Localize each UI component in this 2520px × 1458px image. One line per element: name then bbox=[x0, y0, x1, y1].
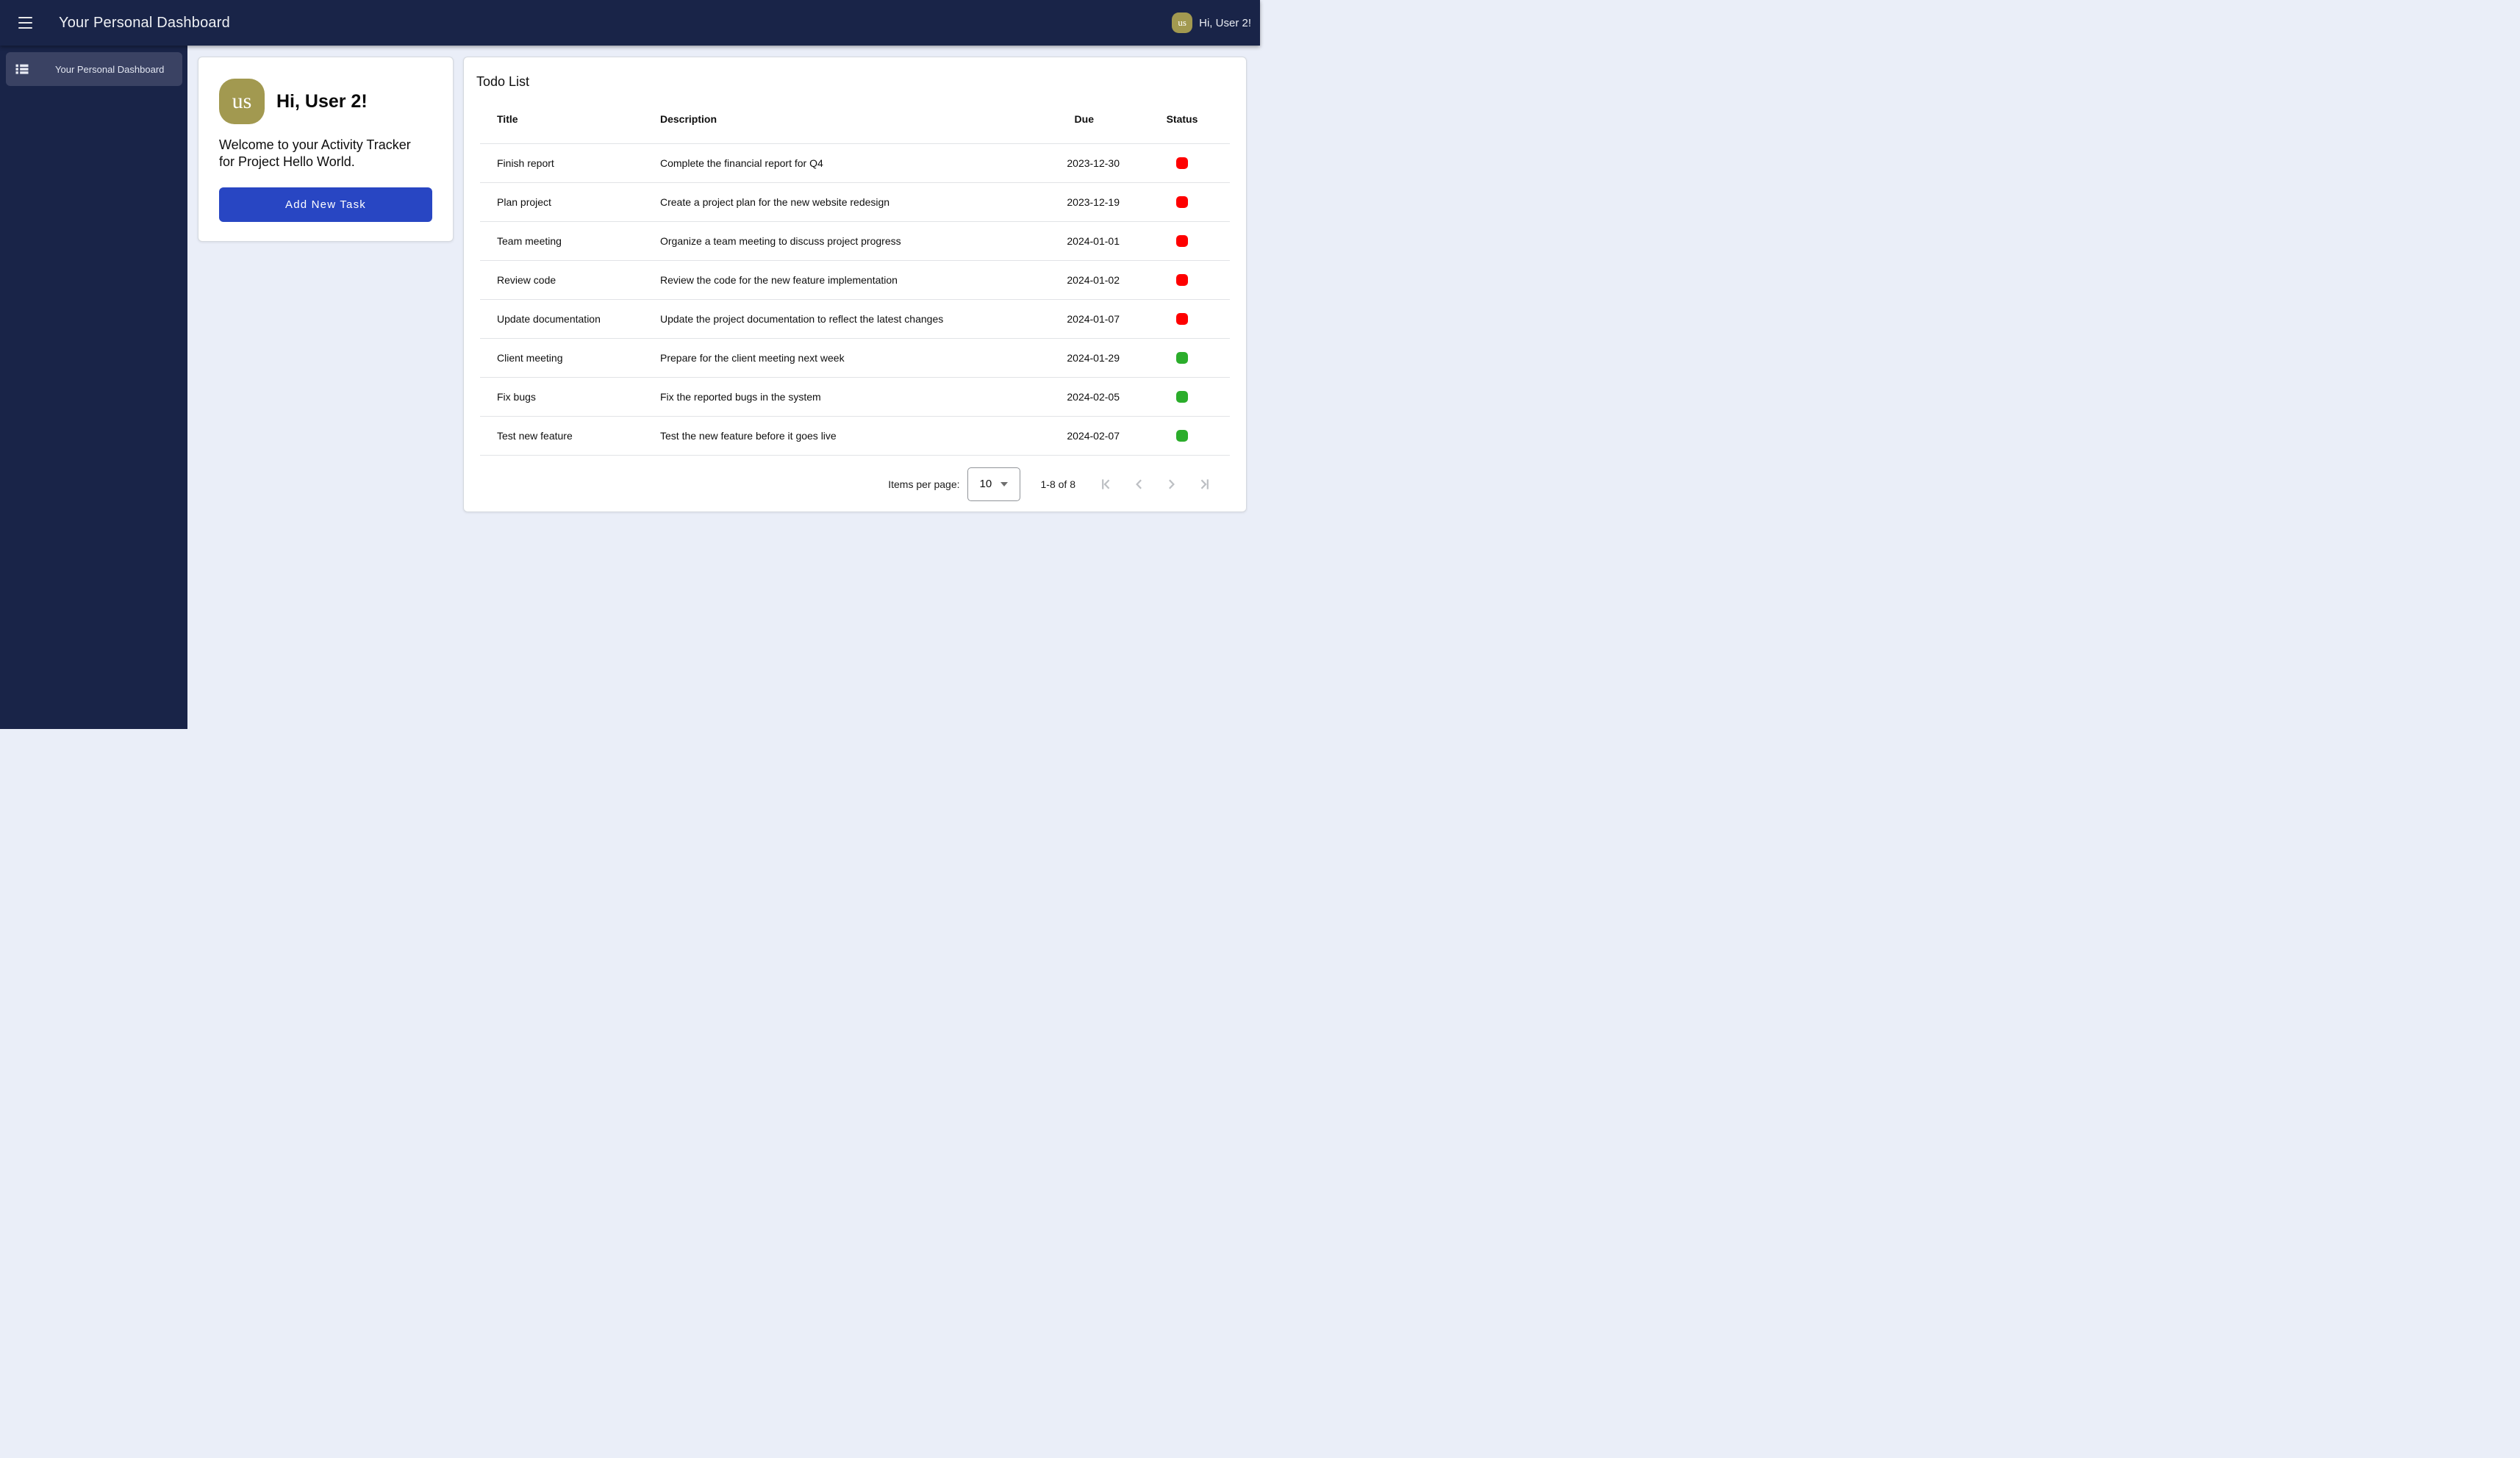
column-header-status: Status bbox=[1134, 113, 1230, 125]
table-row: Test new feature Test the new feature be… bbox=[480, 417, 1230, 456]
todo-description-cell: Fix the reported bugs in the system bbox=[660, 391, 1017, 403]
todo-due-cell: 2024-01-29 bbox=[1017, 352, 1134, 364]
todo-table-header: Title Description Due Status bbox=[480, 95, 1230, 144]
table-row: Review code Review the code for the new … bbox=[480, 261, 1230, 300]
todo-due-cell: 2024-01-01 bbox=[1017, 235, 1134, 247]
paginator-nav bbox=[1089, 473, 1221, 495]
table-row: Fix bugs Fix the reported bugs in the sy… bbox=[480, 378, 1230, 417]
welcome-heading: Hi, User 2! bbox=[276, 91, 368, 112]
chevron-down-icon bbox=[1001, 482, 1008, 486]
status-indicator bbox=[1176, 274, 1188, 286]
todo-description-cell: Complete the financial report for Q4 bbox=[660, 157, 1017, 169]
todo-title-cell: Client meeting bbox=[480, 352, 660, 364]
todo-due-cell: 2024-02-05 bbox=[1017, 391, 1134, 403]
todo-description-cell: Test the new feature before it goes live bbox=[660, 430, 1017, 442]
sidebar-item-dashboard[interactable]: Your Personal Dashboard bbox=[6, 52, 182, 86]
app-title: Your Personal Dashboard bbox=[59, 15, 230, 32]
welcome-header: us Hi, User 2! bbox=[219, 79, 432, 124]
todo-list-title: Todo List bbox=[476, 68, 1246, 95]
paginator-range-label: 1-8 of 8 bbox=[1041, 478, 1075, 490]
status-indicator bbox=[1176, 430, 1188, 442]
todo-list-card: Todo List Title Description Due Status F… bbox=[463, 57, 1247, 512]
todo-table: Title Description Due Status Finish repo… bbox=[480, 95, 1230, 456]
column-header-due: Due bbox=[1017, 113, 1134, 125]
table-row: Client meeting Prepare for the client me… bbox=[480, 339, 1230, 378]
todo-title-cell: Review code bbox=[480, 274, 660, 286]
welcome-message: Welcome to your Activity Tracker for Pro… bbox=[219, 137, 432, 170]
navbar-avatar[interactable]: us bbox=[1172, 12, 1192, 33]
status-indicator bbox=[1176, 391, 1188, 403]
todo-title-cell: Plan project bbox=[480, 196, 660, 208]
page-size-value: 10 bbox=[980, 478, 992, 490]
user-avatar: us bbox=[219, 79, 265, 124]
status-indicator bbox=[1176, 157, 1188, 169]
todo-due-cell: 2024-02-07 bbox=[1017, 430, 1134, 442]
todo-due-cell: 2024-01-07 bbox=[1017, 313, 1134, 325]
table-row: Plan project Create a project plan for t… bbox=[480, 183, 1230, 222]
first-page-icon[interactable] bbox=[1089, 473, 1122, 495]
todo-description-cell: Create a project plan for the new websit… bbox=[660, 196, 1017, 208]
todo-title-cell: Test new feature bbox=[480, 430, 660, 442]
todo-description-cell: Review the code for the new feature impl… bbox=[660, 274, 1017, 286]
status-indicator bbox=[1176, 196, 1188, 208]
main-content: us Hi, User 2! Welcome to your Activity … bbox=[187, 46, 1260, 729]
table-row: Team meeting Organize a team meeting to … bbox=[480, 222, 1230, 261]
next-page-icon[interactable] bbox=[1155, 473, 1188, 495]
welcome-message-line2: for Project Hello World. bbox=[219, 154, 432, 170]
previous-page-icon[interactable] bbox=[1122, 473, 1155, 495]
todo-title-cell: Fix bugs bbox=[480, 391, 660, 403]
sidebar: Your Personal Dashboard bbox=[0, 46, 187, 729]
table-row: Update documentation Update the project … bbox=[480, 300, 1230, 339]
status-indicator bbox=[1176, 235, 1188, 247]
table-row: Finish report Complete the financial rep… bbox=[480, 144, 1230, 183]
todo-description-cell: Organize a team meeting to discuss proje… bbox=[660, 235, 1017, 247]
add-new-task-button[interactable]: Add New Task bbox=[219, 187, 432, 222]
column-header-title: Title bbox=[480, 113, 660, 125]
navbar-greeting: Hi, User 2! bbox=[1199, 17, 1251, 29]
todo-title-cell: Team meeting bbox=[480, 235, 660, 247]
todo-title-cell: Finish report bbox=[480, 157, 660, 169]
todo-due-cell: 2023-12-19 bbox=[1017, 196, 1134, 208]
menu-hamburger-icon[interactable] bbox=[18, 10, 43, 35]
welcome-card: us Hi, User 2! Welcome to your Activity … bbox=[198, 57, 454, 242]
page-size-select[interactable]: 10 bbox=[967, 467, 1020, 501]
status-indicator bbox=[1176, 313, 1188, 325]
sidebar-item-label: Your Personal Dashboard bbox=[55, 64, 164, 75]
paginator: Items per page: 10 1-8 of 8 bbox=[464, 456, 1246, 512]
todo-due-cell: 2024-01-02 bbox=[1017, 274, 1134, 286]
last-page-icon[interactable] bbox=[1188, 473, 1221, 495]
list-icon bbox=[15, 62, 29, 76]
todo-description-cell: Update the project documentation to refl… bbox=[660, 313, 1017, 325]
todo-title-cell: Update documentation bbox=[480, 313, 660, 325]
todo-description-cell: Prepare for the client meeting next week bbox=[660, 352, 1017, 364]
status-indicator bbox=[1176, 352, 1188, 364]
column-header-description: Description bbox=[660, 113, 1017, 125]
top-navbar: Your Personal Dashboard us Hi, User 2! bbox=[0, 0, 1260, 46]
todo-due-cell: 2023-12-30 bbox=[1017, 157, 1134, 169]
welcome-message-line1: Welcome to your Activity Tracker bbox=[219, 137, 432, 154]
items-per-page-label: Items per page: bbox=[888, 478, 959, 490]
